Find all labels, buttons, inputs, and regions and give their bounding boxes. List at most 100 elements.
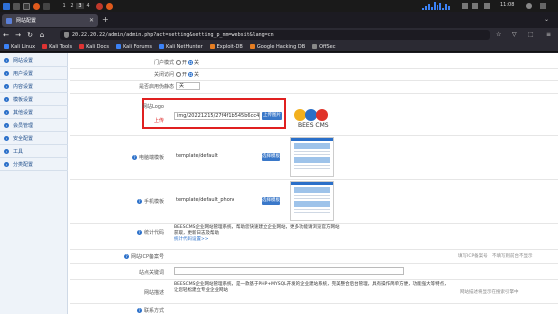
icp-input[interactable] — [174, 252, 244, 260]
row2-label: 关闭访问 — [153, 72, 174, 78]
bookmark-kali-forums[interactable]: Kali Forums — [115, 44, 152, 50]
select-pc-template-button[interactable]: 选择模板 — [262, 153, 280, 161]
cpu-graph — [422, 2, 451, 10]
row1-radio-on[interactable]: 开 — [176, 59, 187, 66]
workspace-4[interactable]: 4 — [84, 3, 92, 9]
rewrite-select[interactable]: 关 — [176, 82, 200, 90]
radio-label: 关 — [194, 60, 200, 66]
arrow-icon: › — [4, 83, 9, 89]
bookmark-google-hacking-db[interactable]: Google Hacking DB — [249, 43, 306, 50]
workspace-1[interactable]: 1 — [60, 3, 68, 9]
lock-icon[interactable] — [540, 3, 546, 9]
sidebar-item-7[interactable]: › 工具 — [4, 147, 23, 155]
help-icon[interactable]: ? — [136, 230, 142, 235]
home-icon[interactable]: ⌂ — [36, 31, 48, 39]
bookmarks-toolbar: Kali Linux Kali Tools Kali Docs Kali For… — [0, 42, 558, 52]
bookmark-exploit-db[interactable]: Exploit-DB — [209, 44, 243, 50]
url-bar[interactable]: 20.22.20.22/admin/admin.php?act=setting&… — [60, 30, 490, 40]
radio-label: 开 — [182, 60, 188, 66]
bookmark-kali-docs[interactable]: Kali Docs — [79, 44, 109, 50]
sidebar-item-label: 分类配置 — [13, 161, 34, 168]
bookmark-label: Google Hacking DB — [256, 43, 306, 50]
workspace-2[interactable]: 2 — [68, 3, 76, 9]
menu-icon[interactable]: ≡ — [546, 31, 551, 38]
select-mobile-template-button[interactable]: 选择模板 — [262, 197, 280, 205]
firefox-icon[interactable] — [33, 2, 40, 10]
sidebar-item-6[interactable]: › 安全配置 — [4, 134, 33, 142]
arrow-icon: › — [4, 96, 9, 102]
row2-radio-on[interactable]: 开 — [176, 71, 187, 78]
sidebar-item-5[interactable]: › 会员管理 — [4, 121, 33, 129]
settings-form: 门户模式 开 关 关闭访问 开 关 是否启用伪静态 关 网站Logo 上传 im… — [70, 53, 558, 314]
help-icon[interactable]: ? — [124, 254, 130, 259]
sidebar-item-2[interactable]: › 内容设置 — [4, 82, 33, 90]
new-tab-icon[interactable]: + — [102, 15, 109, 24]
label-text: 网站ICP备案号 — [131, 254, 164, 260]
list-tabs-icon[interactable]: ⌄ — [544, 16, 549, 23]
sidebar-item-4[interactable]: › 其他设置 — [4, 108, 33, 116]
bookmark-label: OffSec — [319, 43, 336, 50]
row3-label: 是否启用伪静态 — [138, 84, 174, 90]
bookmark-offsec[interactable]: OffSec — [312, 43, 336, 50]
tray-app-icon[interactable] — [96, 2, 103, 10]
description-textarea[interactable]: BEESCMS企业网站管理系统，是一款基于PHP+MYSQL开发的企业建站系统，… — [172, 281, 452, 299]
bookmark-label: Kali NetHunter — [166, 43, 203, 50]
stats-code-link[interactable]: 统计代码设置>> — [174, 237, 209, 242]
url-text: 20.22.20.22/admin/admin.php?act=setting&… — [72, 32, 274, 38]
sidebar-item-1[interactable]: › 用户设置 — [4, 69, 33, 77]
stats-code-text: BEESCMS企业网站管理系统，帮助您快速建立企业网站，更多功能请浏览官方网站获… — [174, 225, 340, 236]
tracking-shield-icon[interactable] — [64, 32, 69, 38]
divider — [70, 303, 558, 304]
mobile-template-thumbnail[interactable] — [290, 181, 334, 221]
divider — [70, 249, 558, 250]
tab-active[interactable]: 网站配置 ✕ — [2, 14, 98, 27]
files-icon[interactable] — [23, 2, 30, 10]
sidebar-item-label: 会员管理 — [13, 122, 34, 129]
app-menu-icon[interactable] — [3, 2, 10, 10]
sidebar-item-8[interactable]: › 分类配置 — [4, 160, 33, 168]
row1-radio-off[interactable]: 关 — [188, 59, 199, 66]
stats-code-textarea[interactable]: BEESCMS企业网站管理系统，帮助您快速建立企业网站，更多功能请浏览官方网站获… — [172, 224, 342, 246]
back-icon[interactable]: ← — [0, 31, 12, 39]
ghdb-icon — [249, 44, 255, 49]
pc-template-thumbnail[interactable] — [290, 137, 334, 177]
upload-image-button[interactable]: 上传图片 — [262, 112, 282, 120]
logo-sub-label: 上传 — [153, 118, 164, 124]
navigation-bar: ← → ↻ ⌂ 20.22.20.22/admin/admin.php?act=… — [0, 28, 558, 42]
sidebar-item-3[interactable]: › 模板设置 — [4, 95, 33, 103]
volume-icon[interactable] — [462, 3, 468, 9]
divider — [70, 80, 558, 81]
notifications-icon[interactable] — [484, 3, 490, 9]
close-tab-icon[interactable]: ✕ — [89, 17, 94, 24]
bookmark-star-icon[interactable]: ☆ — [496, 31, 501, 38]
divider — [0, 170, 68, 171]
bookmark-kali-linux[interactable]: Kali Linux — [4, 44, 35, 50]
keywords-label: 站点关键词 — [138, 270, 164, 276]
terminal-icon[interactable] — [13, 2, 20, 10]
label-text: 联系方式 — [143, 308, 164, 314]
workspace-3[interactable]: 3 — [76, 3, 84, 9]
logo-path-input[interactable]: img/20221215/27f4f1b545b6cc45c9.jpg — [174, 112, 260, 120]
tpl-mobile-label: ? 手机模板 — [74, 198, 164, 205]
divider — [70, 263, 558, 264]
power-icon[interactable] — [526, 3, 532, 9]
divider — [70, 135, 558, 136]
network-icon[interactable] — [472, 3, 478, 9]
editor-icon[interactable] — [43, 2, 50, 10]
exploit-db-icon — [209, 44, 215, 49]
sidebar-item-0[interactable]: › 网站设置 — [4, 56, 33, 64]
help-icon[interactable]: ? — [136, 199, 142, 204]
pocket-icon[interactable]: ▽ — [512, 31, 517, 38]
forward-icon[interactable]: → — [12, 31, 24, 39]
reload-icon[interactable]: ↻ — [24, 31, 36, 39]
radio-icon — [176, 60, 181, 65]
help-icon[interactable]: ? — [136, 308, 142, 313]
keywords-input[interactable] — [174, 267, 404, 275]
tray-firefox-icon[interactable] — [106, 2, 113, 10]
row2-radio-off[interactable]: 关 — [188, 71, 199, 78]
help-icon[interactable]: ? — [131, 155, 137, 160]
sidebar-item-label: 用户设置 — [13, 70, 34, 77]
bookmark-kali-tools[interactable]: Kali Tools — [42, 44, 72, 50]
extensions-icon[interactable]: ⬚ — [528, 31, 534, 38]
bookmark-kali-nethunter[interactable]: Kali NetHunter — [159, 44, 203, 50]
